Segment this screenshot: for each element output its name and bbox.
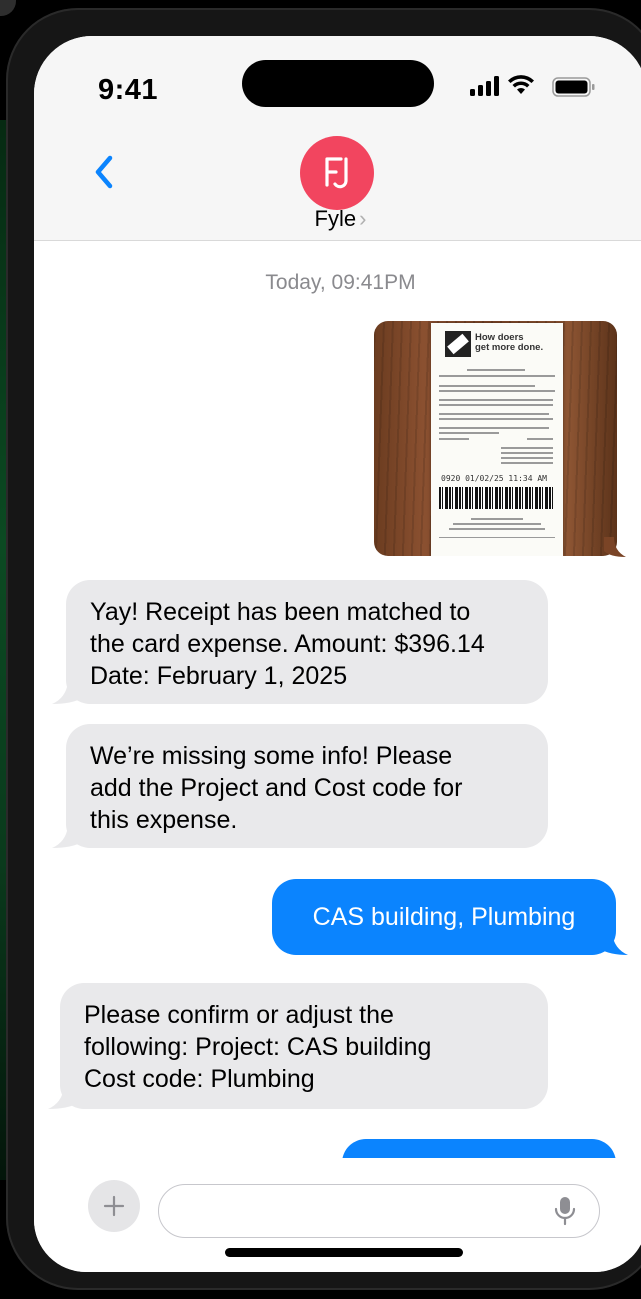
message-line: this expense. [90,806,238,834]
contact-avatar[interactable] [300,136,374,210]
bubble-tail [52,826,82,848]
bubble-tail [48,1087,78,1109]
home-indicator[interactable] [225,1248,463,1257]
status-time: 9:41 [98,74,159,106]
incoming-message[interactable]: Yay! Receipt has been matched to the car… [66,580,548,704]
message-line: We’re missing some info! Please [90,742,453,770]
outgoing-message[interactable] [342,1139,616,1158]
bubble-tail [52,682,82,704]
receipt-slogan: How doers get more done. [475,332,544,353]
message-line: add the Project and Cost code for [90,774,463,802]
message-line: Please confirm or adjust the [84,1001,394,1029]
incoming-message[interactable]: Please confirm or adjust the following: … [60,983,548,1109]
conversation-header: Fyle › [34,136,641,241]
dynamic-island [242,60,434,107]
bubble-tail [600,933,628,955]
thread-timestamp: Today, 09:41PM [265,271,416,294]
microphone-icon[interactable] [554,1196,576,1226]
message-line: Yay! Receipt has been matched to [90,598,471,626]
bubble-tail [604,537,626,557]
receipt-code-line: 0920 01/02/25 11:34 AM [441,474,547,483]
status-icons [470,75,600,100]
plus-icon [103,1195,125,1217]
incoming-message[interactable]: We’re missing some info! Please add the … [66,724,548,848]
back-chevron-icon[interactable] [88,150,122,194]
receipt-paper: How doers get more done. 0920 01/02/25 1… [431,323,563,556]
status-bar: 9:41 [34,36,641,136]
cellular-signal-icon [470,76,499,96]
contact-name: Fyle [314,206,357,231]
receipt-barcode [439,487,553,509]
contact-name-button[interactable]: Fyle › [34,206,641,232]
fyle-logo-icon [325,157,348,189]
message-line: CAS building, Plumbing [312,903,576,931]
phone-frame: 9:41 Fyle › Today, 09:41PM How doers get… [6,8,641,1290]
add-attachment-button[interactable] [88,1180,140,1232]
message-input[interactable] [158,1184,600,1238]
message-line: the card expense. Amount: $396.14 [90,630,485,658]
message-line: following: Project: CAS building [84,1033,432,1061]
outgoing-message[interactable]: CAS building, Plumbing [272,879,616,955]
wifi-icon [508,75,534,94]
message-thread[interactable]: Today, 09:41PM How doers get more done. [34,241,641,1158]
message-line: Date: February 1, 2025 [90,662,348,690]
receipt-image-attachment[interactable]: How doers get more done. 0920 01/02/25 1… [374,321,617,556]
corner-decoration [0,0,16,16]
battery-icon [552,77,595,97]
chevron-right-icon: › [359,206,367,231]
message-line: Cost code: Plumbing [84,1065,315,1093]
store-logo-icon [445,331,471,357]
phone-screen: 9:41 Fyle › Today, 09:41PM How doers get… [34,36,641,1272]
